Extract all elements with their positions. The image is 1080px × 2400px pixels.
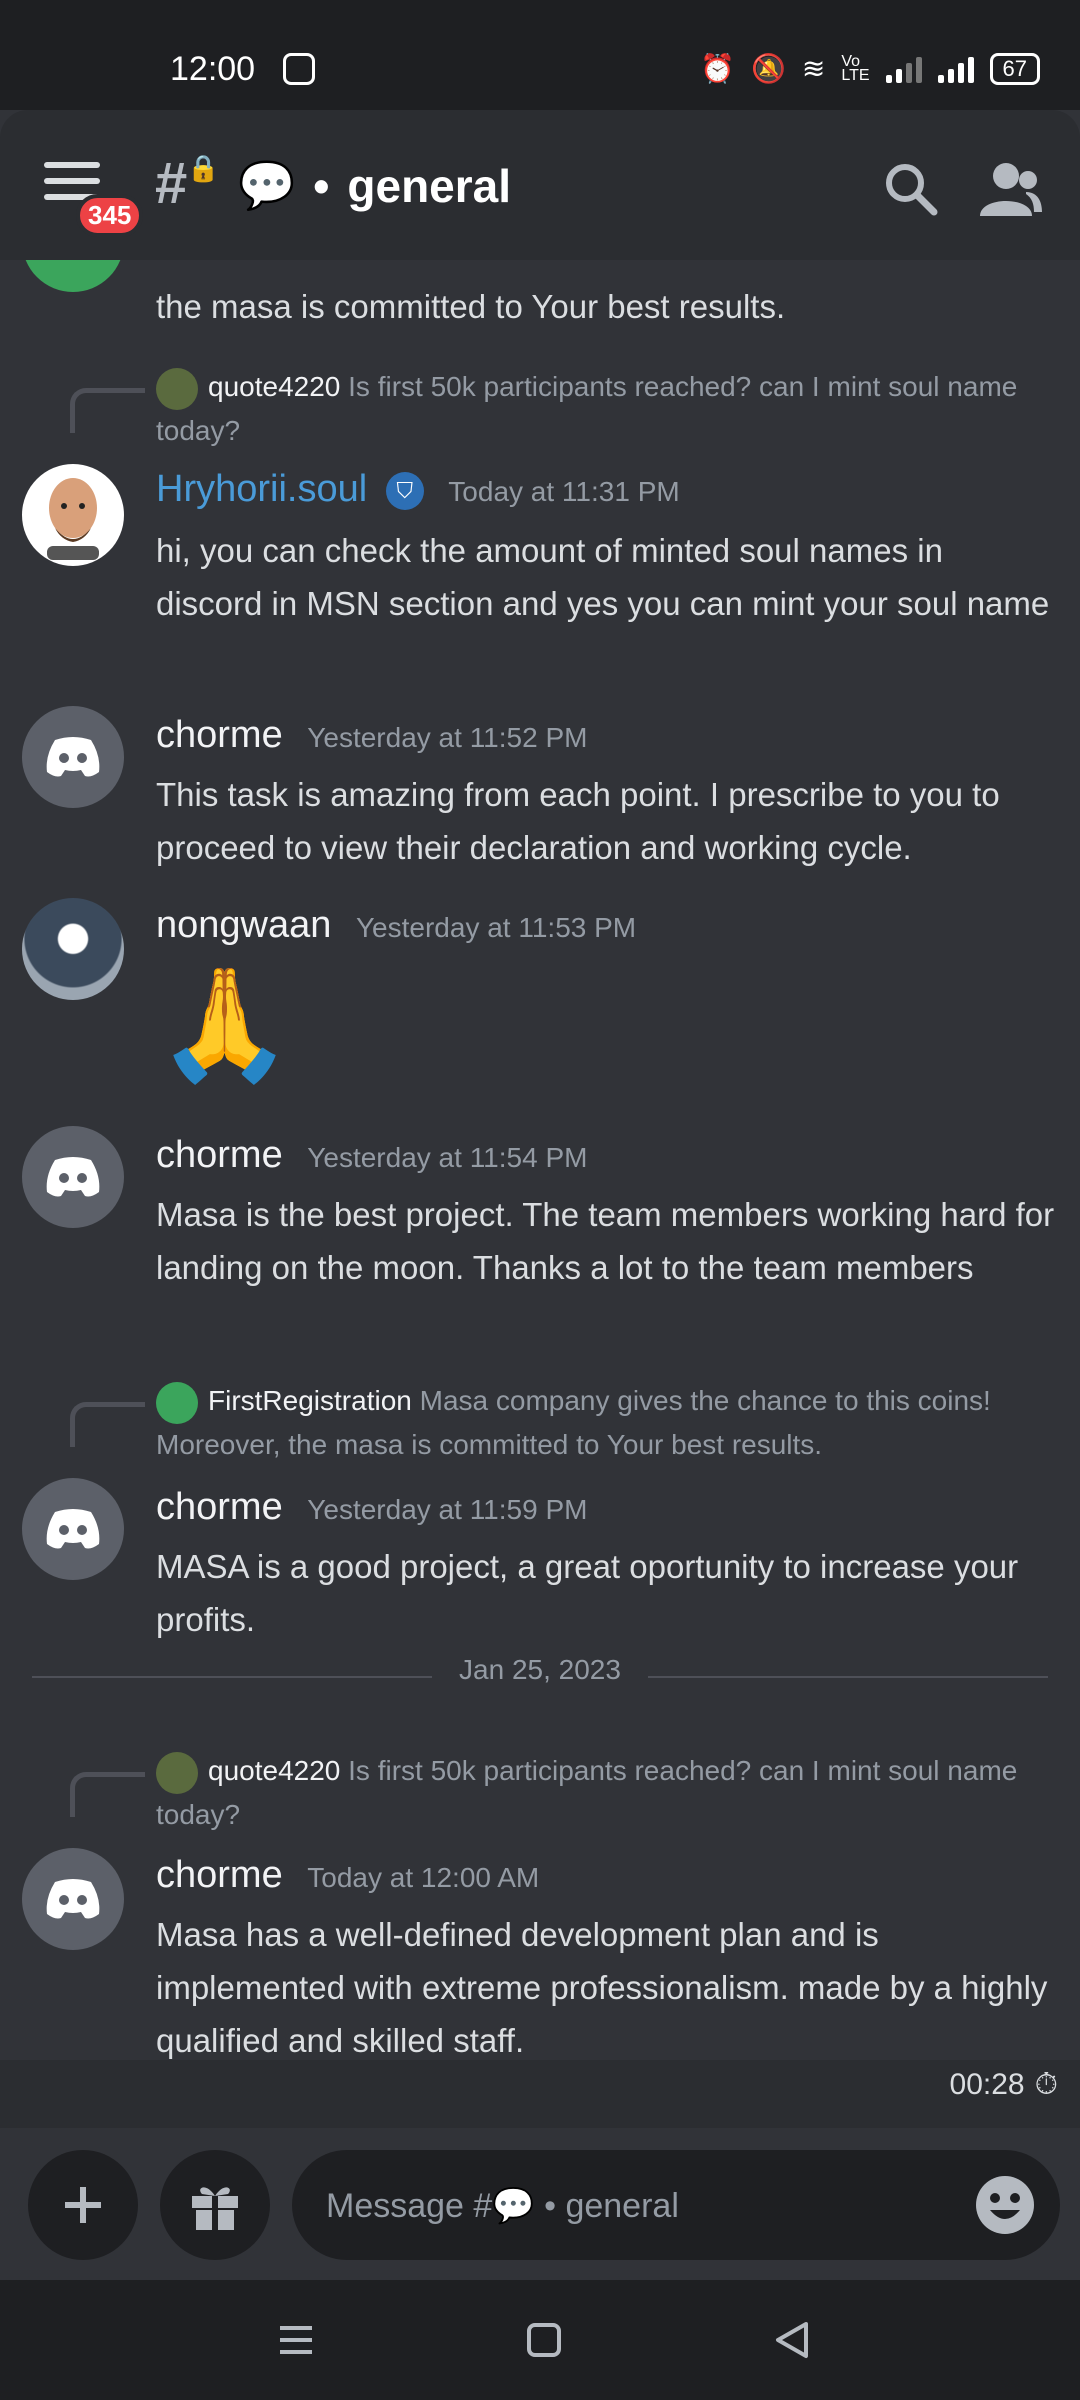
reply-author: quote4220 xyxy=(208,1755,341,1786)
home-icon[interactable] xyxy=(514,2310,574,2370)
message-author[interactable]: chorme Yesterday at 11:52 PM xyxy=(156,714,587,757)
channel-header: 345 #🔒 💬 • general xyxy=(0,110,1080,260)
members-icon[interactable] xyxy=(976,158,1042,218)
message-author[interactable]: chorme Yesterday at 11:54 PM xyxy=(156,1134,587,1177)
alarm-icon: ⏰ xyxy=(700,53,736,84)
add-attachment-button[interactable] xyxy=(28,2150,138,2260)
signal-icon xyxy=(885,55,922,83)
reply-preview[interactable]: quote4220 Is first 50k participants reac… xyxy=(156,366,1056,452)
message-author[interactable]: chorme Today at 12:00 AM xyxy=(156,1854,539,1897)
reply-preview[interactable]: quote4220 Is first 50k participants reac… xyxy=(156,1750,1056,1836)
message-text: This task is amazing from each point. I … xyxy=(156,776,1000,866)
status-bar: 12:00 ⏰ 🔕 ≋ Vo LTE 67 xyxy=(0,0,1080,110)
search-icon[interactable] xyxy=(880,158,940,218)
message-author[interactable]: chorme Yesterday at 11:59 PM xyxy=(156,1486,587,1529)
battery-indicator: 67 xyxy=(989,52,1040,85)
wifi-icon: ≋ xyxy=(801,53,826,84)
locked-channel-icon: #🔒 xyxy=(155,151,220,216)
gift-button[interactable] xyxy=(160,2150,270,2260)
notification-badge: 345 xyxy=(76,194,144,237)
reply-connector xyxy=(70,1402,145,1447)
reply-connector xyxy=(70,1772,145,1817)
composer-row xyxy=(0,2128,1080,2280)
memoji-icon xyxy=(47,478,99,560)
avatar[interactable] xyxy=(22,1848,124,1950)
reply-preview[interactable]: FirstRegistration Masa company gives the… xyxy=(156,1380,1056,1466)
avatar-partial xyxy=(22,260,124,292)
shield-badge-icon: ⛉ xyxy=(385,471,424,510)
back-icon[interactable] xyxy=(762,2310,822,2370)
channel-name: general xyxy=(347,159,512,212)
avatar xyxy=(156,367,198,410)
avatar[interactable] xyxy=(22,1478,124,1580)
signal-icon-2 xyxy=(937,55,974,83)
channel-title[interactable]: 💬 • general xyxy=(238,158,511,213)
message-list[interactable]: the masa is committed to Your best resul… xyxy=(0,260,1080,2060)
date-divider-label: Jan 25, 2023 xyxy=(459,1654,621,1685)
message-timestamp: Yesterday at 11:53 PM xyxy=(355,912,637,943)
system-navigation-bar xyxy=(0,2280,1080,2400)
stopwatch-icon: ⏱ xyxy=(1034,2068,1058,2101)
message-text: MASA is a good project, a great oportuni… xyxy=(156,1548,1019,1638)
reply-author: quote4220 xyxy=(208,371,341,402)
message-text: hi, you can check the amount of minted s… xyxy=(156,532,1050,622)
instagram-icon xyxy=(282,53,315,86)
message-timestamp: Today at 11:31 PM xyxy=(448,476,680,507)
message-timestamp: Yesterday at 11:54 PM xyxy=(307,1142,588,1173)
message-text: Masa has a well-defined development plan… xyxy=(156,1916,1048,2059)
mute-icon: 🔕 xyxy=(751,53,786,84)
reply-author: FirstRegistration xyxy=(208,1385,412,1416)
slowmode-timer: 00:28 ⏱ xyxy=(949,2068,1058,2101)
message-timestamp: Today at 12:00 AM xyxy=(307,1862,540,1893)
bullet-dot: • xyxy=(313,159,330,212)
message-text: the masa is committed to Your best resul… xyxy=(156,288,786,325)
discord-logo-icon xyxy=(46,1157,100,1197)
message-timestamp: Yesterday at 11:52 PM xyxy=(307,722,588,753)
date-divider: Jan 25, 2023 xyxy=(32,1654,1048,1685)
emoji-message: 🙏 xyxy=(156,963,293,1086)
reply-connector xyxy=(70,388,145,433)
discord-logo-icon xyxy=(46,737,100,777)
status-icons: ⏰ 🔕 ≋ Vo LTE 67 xyxy=(700,52,1040,85)
message-timestamp: Yesterday at 11:59 PM xyxy=(307,1494,588,1525)
message-author[interactable]: Hryhorii.soul ⛉ Today at 11:31 PM xyxy=(156,468,680,511)
avatar[interactable] xyxy=(22,1126,124,1228)
message-input-box[interactable] xyxy=(292,2150,1060,2262)
message-author[interactable]: nongwaan Yesterday at 11:53 PM xyxy=(156,904,636,947)
discord-logo-icon xyxy=(46,1879,100,1919)
discord-logo-icon xyxy=(156,1381,198,1424)
emoji-icon[interactable] xyxy=(974,2174,1036,2236)
plus-icon xyxy=(65,2187,101,2223)
message-input[interactable] xyxy=(324,2150,928,2262)
status-time: 12:00 xyxy=(170,50,315,89)
avatar[interactable] xyxy=(22,464,124,566)
avatar xyxy=(156,1751,198,1794)
speech-bubble-icon: 💬 xyxy=(238,159,296,211)
recent-apps-icon[interactable] xyxy=(266,2310,326,2370)
avatar[interactable] xyxy=(22,706,124,808)
discord-logo-icon xyxy=(46,1509,100,1549)
volte-icon: Vo LTE xyxy=(841,52,870,84)
avatar[interactable] xyxy=(22,898,124,1000)
gift-icon xyxy=(192,2187,238,2230)
message-text: Masa is the best project. The team membe… xyxy=(156,1196,1055,1286)
